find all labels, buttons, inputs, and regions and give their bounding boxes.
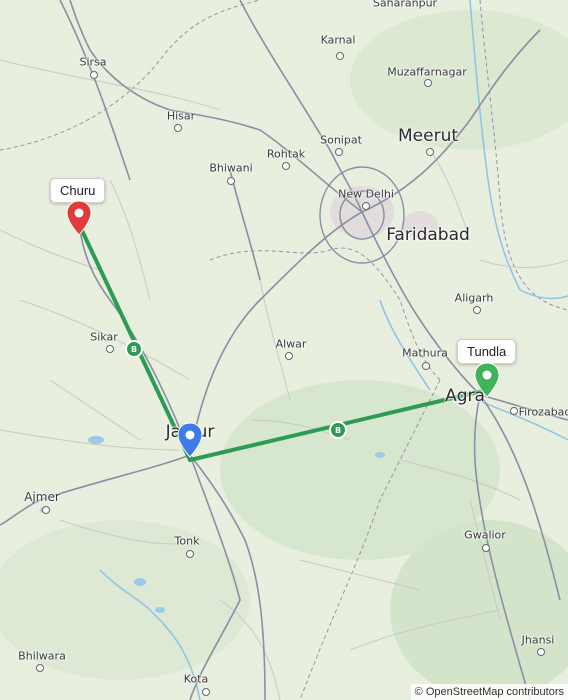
city-label-new-delhi: New Delhi [338,187,394,201]
city-dot-rohtak [282,162,290,170]
city-label-sirsa: Sirsa [79,55,107,69]
city-dot-muzaffarnagar [424,79,432,87]
city-dot-tonk [186,550,194,558]
city-label-muzaffarnagar: Muzaffarnagar [387,65,467,79]
city-label-kota: Kota [183,672,209,686]
map-canvas[interactable]: Saharanpur Karnal Muzaffarnagar Sirsa Hi… [0,0,568,700]
city-label-rohtak: Rohtak [266,147,306,161]
city-dot-mathura [422,362,430,370]
city-dot-gwalior [482,544,490,552]
destination-pin-icon[interactable] [474,362,500,402]
map-pin-icon [177,422,203,458]
city-label-mathura: Mathura [402,346,448,360]
city-dot-sikar [106,345,114,353]
stop-pin-icon[interactable] [177,422,203,462]
city-label-bhilwara: Bhilwara [18,649,66,663]
city-label-faridabad: Faridabad [386,225,470,245]
city-label-aligarh: Aligarh [454,291,494,305]
city-dot-ajmer [42,506,50,514]
city-dot-alwar [285,352,293,360]
city-label-bhiwani: Bhiwani [209,161,253,175]
city-label-tonk: Tonk [174,534,200,548]
city-label-sikar: Sikar [90,330,118,344]
city-label-meerut: Meerut [397,126,459,146]
city-label-alwar: Alwar [275,337,307,351]
city-dot-firozabad [510,407,518,415]
city-dot-aligarh [473,306,481,314]
city-dot-hisar [174,124,182,132]
city-dot-meerut [426,148,434,156]
map-pin-icon [66,200,92,236]
city-dot-sirsa [90,71,98,79]
city-label-gwalior: Gwalior [464,528,506,542]
city-label-karnal: Karnal [320,33,356,47]
city-dot-sonipat [335,148,343,156]
bus-icon[interactable]: B [125,340,143,358]
map-attribution[interactable]: © OpenStreetMap contributors [410,684,568,700]
city-label-saharanpur: Saharanpur [372,0,438,10]
marker-label-destination: Tundla [457,339,517,364]
city-dot-new-delhi [362,202,370,210]
city-label-sonipat: Sonipat [320,133,362,147]
map-pin-icon [474,362,500,398]
city-label-hisar: Hisar [166,109,196,123]
origin-pin-icon[interactable] [66,200,92,240]
city-label-firozabad: Firozabad [518,405,568,419]
city-dot-jhansi [537,648,545,656]
city-dot-karnal [336,52,344,60]
bus-icon[interactable]: B [329,421,347,439]
city-dot-bhilwara [36,664,44,672]
city-dot-bhiwani [227,177,235,185]
city-dot-kota [202,688,210,696]
city-label-jhansi: Jhansi [521,633,555,647]
city-label-ajmer: Ajmer [24,490,60,504]
